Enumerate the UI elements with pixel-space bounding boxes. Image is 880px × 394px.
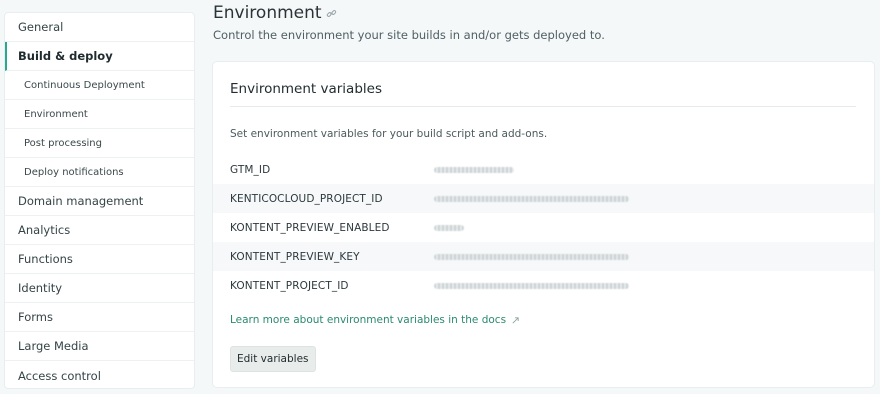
divider [230, 106, 856, 107]
variable-key: KONTENT_PREVIEW_ENABLED [230, 221, 390, 234]
sidebar-item-label: Deploy notifications [24, 166, 124, 178]
variable-row: KENTICOCLOUD_PROJECT_ID [213, 184, 874, 213]
sidebar-item-label: Identity [18, 281, 63, 295]
variable-key: KONTENT_PROJECT_ID [230, 279, 349, 292]
settings-sidebar: General Build & deploy Continuous Deployme… [4, 12, 195, 389]
sidebar-item-functions[interactable]: Functions [5, 245, 194, 274]
learn-more-label: Learn more about environment variables i… [230, 314, 507, 326]
page-subtitle: Control the environment your site builds… [213, 28, 605, 42]
sidebar-item-label: Post processing [24, 137, 102, 149]
sidebar-item-label: General [18, 20, 64, 34]
sidebar-item-deploy-notifications[interactable]: Deploy notifications [5, 158, 194, 187]
card-title: Environment variables [230, 81, 382, 97]
sidebar-item-analytics[interactable]: Analytics [5, 216, 194, 245]
sidebar-item-large-media[interactable]: Large Media [5, 332, 194, 361]
variable-value-obscured [434, 195, 629, 202]
variable-key: KENTICOCLOUD_PROJECT_ID [230, 192, 383, 205]
sidebar-item-label: Functions [18, 252, 73, 266]
sidebar-item-label: Large Media [18, 339, 89, 353]
sidebar-item-domain-management[interactable]: Domain management [5, 187, 194, 216]
sidebar-item-label: Continuous Deployment [24, 79, 145, 91]
variables-list: GTM_ID KENTICOCLOUD_PROJECT_ID KONTENT_PRE… [213, 155, 874, 300]
variable-value-obscured [434, 224, 464, 231]
variable-value-obscured [434, 253, 629, 260]
card-description: Set environment variables for your build… [230, 128, 548, 140]
sidebar-item-identity[interactable]: Identity [5, 274, 194, 303]
sidebar-item-label: Access control [18, 368, 101, 383]
link-icon[interactable] [326, 8, 337, 19]
sidebar-item-label: Forms [18, 310, 53, 324]
page-title: Environment [213, 3, 322, 23]
variable-row: KONTENT_PREVIEW_ENABLED [213, 213, 874, 242]
page-header: Environment [213, 3, 337, 23]
variable-row: KONTENT_PREVIEW_KEY [213, 242, 874, 271]
sidebar-item-forms[interactable]: Forms [5, 303, 194, 332]
variable-row: GTM_ID [213, 155, 874, 184]
variable-row: KONTENT_PROJECT_ID [213, 271, 874, 300]
sidebar-item-post-processing[interactable]: Post processing [5, 129, 194, 158]
learn-more-link[interactable]: Learn more about environment variables i… [230, 314, 520, 326]
sidebar-item-label: Build & deploy [18, 49, 113, 63]
edit-variables-button[interactable]: Edit variables [230, 346, 316, 372]
environment-variables-card: Environment variables Set environment va… [212, 61, 875, 388]
sidebar-item-build-deploy[interactable]: Build & deploy [5, 42, 194, 71]
sidebar-item-continuous-deployment[interactable]: Continuous Deployment [5, 71, 194, 100]
sidebar-item-label: Analytics [18, 223, 71, 237]
variable-value-obscured [434, 166, 514, 173]
sidebar-item-label: Environment [24, 108, 88, 120]
external-link-icon [512, 316, 519, 324]
sidebar-item-environment[interactable]: Environment [5, 100, 194, 129]
sidebar-item-access-control[interactable]: Access control [5, 361, 194, 388]
sidebar-item-general[interactable]: General [5, 13, 194, 42]
sidebar-item-label: Domain management [18, 194, 144, 208]
variable-value-obscured [434, 282, 629, 289]
variable-key: KONTENT_PREVIEW_KEY [230, 250, 360, 263]
variable-key: GTM_ID [230, 163, 271, 176]
